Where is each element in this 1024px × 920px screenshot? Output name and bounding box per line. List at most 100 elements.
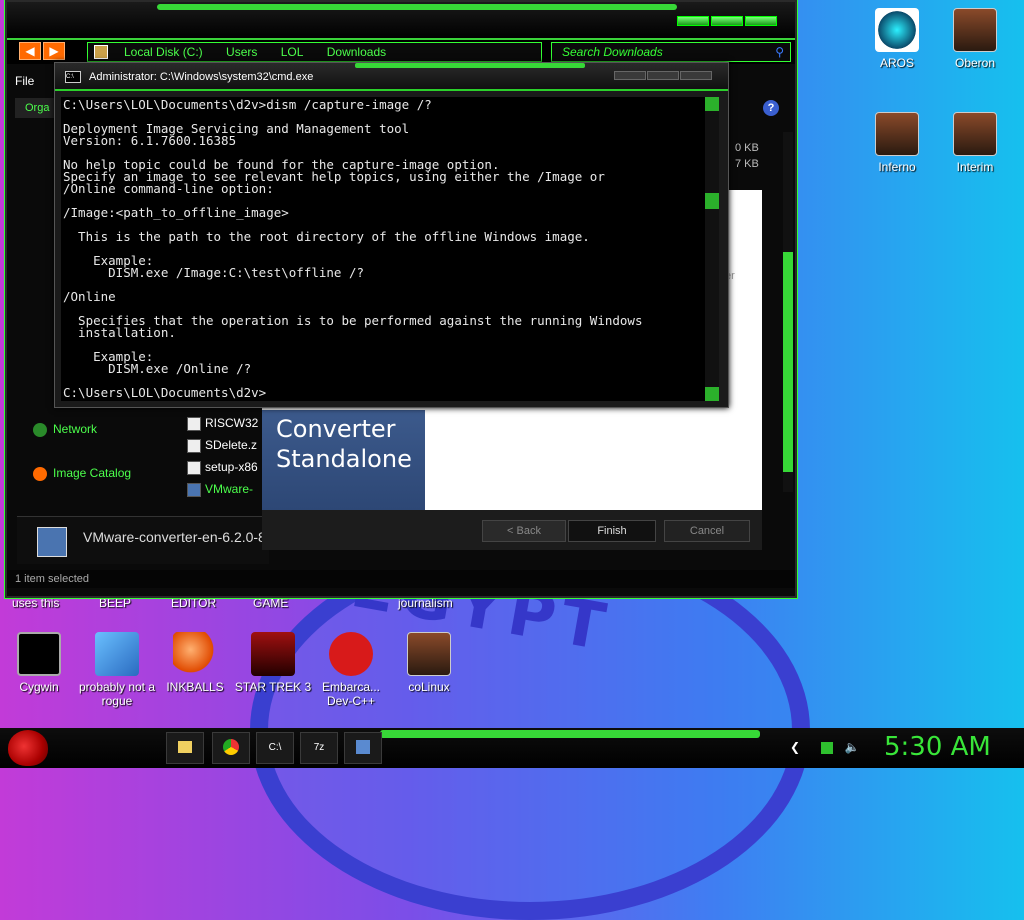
desktop-label-editor[interactable]: EDITOR — [171, 596, 216, 610]
back-button[interactable]: < Back — [482, 520, 566, 542]
help-icon[interactable]: ? — [763, 100, 779, 116]
menu-file[interactable]: File — [15, 74, 34, 88]
scroll-down-button[interactable] — [705, 387, 719, 401]
interim-icon — [953, 112, 997, 156]
breadcrumb-item[interactable]: LOL — [281, 45, 304, 59]
desktop-icon-label: INKBALLS — [166, 680, 224, 694]
console-output[interactable]: C:\Users\LOL\Documents\d2v>dism /capture… — [61, 97, 705, 401]
taskbar-explorer-button[interactable] — [166, 732, 204, 764]
search-input[interactable]: Search Downloads ⚲ — [551, 42, 791, 62]
tray-arrow-icon[interactable]: ❮ — [790, 740, 800, 754]
forward-arrow-icon[interactable]: ▶ — [43, 42, 65, 60]
desktop-icon-dev-cpp[interactable]: Embarca... Dev-C++ — [312, 632, 390, 708]
desktop-label-beep[interactable]: BEEP — [99, 596, 131, 610]
colinux-icon — [407, 632, 451, 676]
scroll-up-button[interactable] — [705, 97, 719, 111]
start-button-angry-bird-icon[interactable] — [8, 730, 48, 766]
nav-item-image-catalog[interactable]: Image Catalog — [33, 466, 131, 481]
desktop-icon-label: Cygwin — [19, 680, 59, 694]
search-icon[interactable]: ⚲ — [775, 43, 784, 61]
desktop-label-game[interactable]: GAME — [253, 596, 288, 610]
file-name: setup-x86 — [205, 460, 258, 474]
taskbar-installer-button[interactable] — [344, 732, 382, 764]
file-row-selected[interactable]: VMware- — [187, 478, 258, 500]
cmd-window-controls — [614, 71, 712, 80]
archive-icon — [187, 438, 201, 453]
file-row[interactable]: setup-x86 — [187, 456, 258, 478]
desktop-icon-colinux[interactable]: coLinux — [390, 632, 468, 694]
oberon-icon — [953, 8, 997, 52]
taskbar-7zip-button[interactable]: 7z — [300, 732, 338, 764]
file-name: RISCW32 — [205, 416, 259, 430]
size-column: 0 KB 7 KB — [735, 142, 759, 170]
desktop-icon-star-trek[interactable]: STAR TREK 3 — [234, 632, 312, 694]
back-arrow-icon[interactable]: ◀ — [19, 42, 41, 60]
clock[interactable]: 5:30 AM — [884, 732, 991, 762]
desktop-icon-aros[interactable]: AROS — [858, 8, 936, 70]
network-icon — [33, 422, 47, 437]
organize-button[interactable]: Orga — [15, 98, 55, 118]
breadcrumb-item[interactable]: Users — [226, 45, 257, 59]
console-scrollbar[interactable] — [705, 97, 719, 401]
desktop-icon-label: Inferno — [878, 160, 916, 174]
file-list: RISCW32 SDelete.z setup-x86 VMware- — [187, 412, 258, 500]
desktop-label-journalism[interactable]: journalism — [398, 596, 453, 610]
inkball-icon — [173, 632, 217, 676]
taskbar-chrome-button[interactable] — [212, 732, 250, 764]
desktop-icon-label: STAR TREK 3 — [234, 680, 312, 694]
minimize-button[interactable] — [614, 71, 646, 80]
file-row[interactable]: RISCW32 — [187, 412, 258, 434]
maximize-button[interactable] — [711, 16, 743, 26]
minimize-button[interactable] — [677, 16, 709, 26]
inferno-icon — [875, 112, 919, 156]
maximize-button[interactable] — [647, 71, 679, 80]
desktop-icon-label: Oberon — [954, 56, 996, 70]
desktop-icon-inferno[interactable]: Inferno — [858, 112, 936, 174]
close-button[interactable] — [680, 71, 712, 80]
nav-item-label: Image Catalog — [53, 466, 132, 480]
finish-button[interactable]: Finish — [568, 520, 656, 542]
file-name: SDelete.z — [205, 438, 258, 452]
desktop-label-uses-this[interactable]: uses this — [12, 596, 59, 610]
taskbar-cmd-button[interactable]: C:\ — [256, 732, 294, 764]
cmd-window[interactable]: C:\ Administrator: C:\Windows\system32\c… — [54, 62, 729, 408]
vmware-icon — [187, 482, 201, 497]
folder-icon — [94, 45, 108, 59]
taskbar: C:\ 7z ❮ 🔈 5:30 AM — [0, 728, 1024, 768]
converter-button-row: < Back Finish Cancel — [262, 510, 762, 550]
desktop-icon-rogue[interactable]: probably not a rogue — [78, 632, 156, 708]
image-catalog-icon — [33, 466, 47, 481]
scrollbar-thumb[interactable] — [705, 193, 719, 209]
cancel-button[interactable]: Cancel — [664, 520, 750, 542]
window-controls — [677, 16, 777, 26]
details-pane: VMware-converter-en-6.2.0-8 — [17, 516, 269, 564]
nav-item-network[interactable]: Network — [33, 422, 97, 437]
breadcrumb-item[interactable]: Downloads — [327, 45, 386, 59]
gears-icon — [95, 632, 139, 676]
taskbar-accent — [380, 730, 760, 738]
desktop-icon-label: coLinux — [408, 680, 450, 694]
explorer-titlebar[interactable] — [7, 2, 795, 40]
desktop-icon-inkballs[interactable]: INKBALLS — [156, 632, 234, 694]
file-row[interactable]: SDelete.z — [187, 434, 258, 456]
explorer-scrollbar[interactable] — [783, 132, 793, 492]
scrollbar-thumb[interactable] — [783, 252, 793, 472]
desktop-icon-interim[interactable]: Interim — [936, 112, 1014, 174]
archive-icon — [187, 416, 201, 431]
address-bar[interactable]: Local Disk (C:) Users LOL Downloads — [87, 42, 542, 62]
close-button[interactable] — [745, 16, 777, 26]
file-name: VMware- — [205, 482, 254, 496]
star-trek-icon — [251, 632, 295, 676]
converter-side-title: Converter Standalone — [276, 414, 412, 474]
tray-network-icon[interactable] — [821, 741, 834, 754]
cygwin-icon — [17, 632, 61, 676]
cmd-titlebar[interactable]: C:\ Administrator: C:\Windows\system32\c… — [55, 63, 728, 91]
desktop-icon-oberon[interactable]: Oberon — [936, 8, 1014, 70]
vmware-installer-icon — [37, 527, 67, 557]
nav-item-label: Network — [53, 422, 98, 436]
desktop-icon-cygwin[interactable]: Cygwin — [0, 632, 78, 694]
volume-icon[interactable]: 🔈 — [845, 740, 860, 754]
breadcrumb-item[interactable]: Local Disk (C:) — [124, 45, 203, 59]
cmd-icon: C:\ — [65, 71, 81, 83]
desktop-icon-label: AROS — [879, 56, 914, 70]
